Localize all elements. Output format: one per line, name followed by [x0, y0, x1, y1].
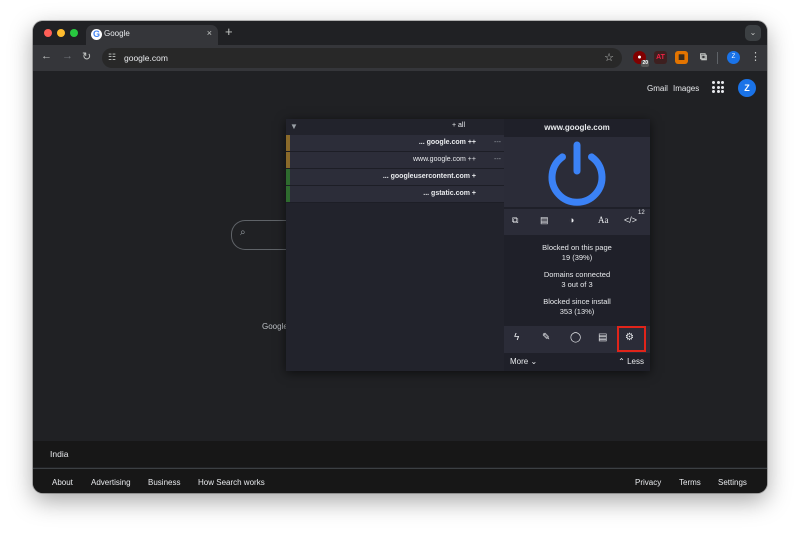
settings-highlight	[617, 326, 646, 352]
logger-icon[interactable]: ▤	[598, 332, 607, 343]
firewall-row[interactable]: www.google.com ++ ---	[286, 152, 504, 169]
domain-dash: ---	[494, 156, 501, 163]
blocked-page-label: Blocked on this page	[542, 243, 612, 252]
domains-connected-value: 3 out of 3	[561, 279, 593, 289]
firewall-row[interactable]: ... gstatic.com +	[286, 186, 504, 203]
close-window-button[interactable]	[44, 29, 52, 37]
apps-grid-icon[interactable]	[712, 81, 724, 93]
footer-country: India	[50, 449, 69, 459]
no-popups-icon[interactable]: ⧉	[512, 215, 518, 226]
gmail-link[interactable]: Gmail	[647, 84, 668, 93]
profile-avatar[interactable]: Z	[727, 51, 740, 64]
footer-country-bar: India	[33, 441, 767, 467]
minimize-window-button[interactable]	[57, 29, 65, 37]
lightning-icon[interactable]: ϟ	[514, 332, 519, 343]
more-button[interactable]: More ⌄	[510, 357, 537, 366]
bookmark-star-icon[interactable]: ☆	[604, 51, 614, 64]
firewall-row[interactable]: ... googleusercontent.com +	[286, 169, 504, 186]
toolbar-actions: ϟ ✎ ◯ ▤ ⚙	[504, 326, 650, 353]
footer-link-advertising[interactable]: Advertising	[91, 478, 131, 487]
power-switch-icon[interactable]	[504, 137, 650, 207]
more-label: More	[510, 357, 529, 366]
hostname-label: www.google.com	[544, 123, 610, 132]
footer-links: About Advertising Business How Search wo…	[33, 468, 767, 493]
tab-close-button[interactable]: ×	[207, 28, 212, 38]
report-chat-icon[interactable]: ◯	[570, 332, 581, 343]
search-icon: ⌕	[240, 227, 246, 238]
site-info-icon[interactable]: ☷	[108, 52, 116, 63]
page-content: Gmail Images Z ⌕ Google India About Adve…	[33, 71, 767, 493]
filter-icon[interactable]: ▼	[290, 122, 298, 131]
less-button[interactable]: ⌃ Less	[618, 357, 644, 366]
footer-link-how-search-works[interactable]: How Search works	[198, 478, 265, 487]
footer-link-settings[interactable]: Settings	[718, 478, 747, 487]
extension-icon[interactable]: ▦	[675, 51, 688, 64]
ublock-main-pane: www.google.com ⧉ ▤ ◑ Aa </> 12 Blocked o…	[504, 119, 650, 371]
tab-bar: G Google × + ⌄	[33, 21, 767, 45]
address-url[interactable]: google.com	[124, 53, 168, 63]
ublock-extension-icon[interactable]: ● 20	[633, 51, 649, 67]
search-box[interactable]: ⌕	[231, 220, 292, 250]
domain-label: ... googleusercontent.com +	[382, 173, 476, 180]
back-button[interactable]: ←	[41, 50, 52, 62]
no-scripting-icon[interactable]: </>	[624, 215, 637, 225]
less-label: Less	[627, 357, 644, 366]
extensions-puzzle-icon[interactable]: ⧉	[697, 51, 710, 64]
domain-label: www.google.com ++	[412, 156, 476, 163]
element-picker-icon[interactable]: ✎	[542, 332, 550, 343]
new-tab-button[interactable]: +	[225, 24, 233, 39]
tab-search-button[interactable]: ⌄	[745, 25, 761, 41]
no-media-icon[interactable]: ▤	[540, 215, 549, 226]
google-account-avatar[interactable]: Z	[738, 79, 756, 97]
google-search-button-label[interactable]: Google	[262, 322, 288, 331]
forward-button[interactable]: →	[62, 50, 73, 62]
per-site-switches: ⧉ ▤ ◑ Aa </> 12	[504, 209, 650, 235]
tab-title: Google	[104, 29, 130, 38]
toolbar-divider	[717, 52, 718, 64]
ublock-badge: 20	[641, 60, 649, 67]
domains-connected-label: Domains connected	[543, 270, 611, 279]
no-remote-fonts-icon[interactable]: Aa	[598, 215, 609, 225]
toolbar: ← → ↻ ☷ google.com ☆ ● 20 AT ▦ ⧉ Z ⋮	[33, 45, 767, 71]
reload-button[interactable]: ↻	[82, 50, 91, 63]
domain-status-bar	[286, 186, 290, 202]
address-bar[interactable]: ☷ google.com ☆	[102, 48, 622, 68]
power-area	[504, 137, 650, 207]
no-cosmetic-filter-icon[interactable]: ◑	[569, 215, 574, 225]
domain-label: ... google.com ++	[418, 139, 476, 146]
domain-status-bar	[286, 135, 290, 151]
firewall-row[interactable]: ... google.com ++ ---	[286, 135, 504, 152]
ublock-popup: ▼ + all ... google.com ++ --- www.google…	[286, 119, 650, 371]
images-link[interactable]: Images	[673, 84, 699, 93]
browser-window: G Google × + ⌄ ← → ↻ ☷ google.com ☆ ● 20 …	[33, 21, 767, 493]
tab-google[interactable]: G Google ×	[86, 25, 218, 45]
footer-link-about[interactable]: About	[52, 478, 73, 487]
blocked-page-value: 19 (39%)	[561, 252, 593, 262]
footer-link-privacy[interactable]: Privacy	[635, 478, 661, 487]
script-count: 12	[638, 210, 645, 216]
blocked-install-value: 353 (13%)	[559, 306, 595, 316]
footer-link-terms[interactable]: Terms	[679, 478, 701, 487]
domain-status-bar	[286, 152, 290, 168]
firewall-all-label[interactable]: + all	[452, 122, 465, 129]
blocked-install-label: Blocked since install	[543, 297, 611, 306]
firewall-pane: ▼ + all ... google.com ++ --- www.google…	[286, 119, 504, 371]
zoom-window-button[interactable]	[70, 29, 78, 37]
google-favicon-icon: G	[91, 29, 102, 40]
domain-label: ... gstatic.com +	[423, 190, 476, 197]
domain-dash: ---	[494, 139, 501, 146]
footer-link-business[interactable]: Business	[148, 478, 180, 487]
extension-icon[interactable]: AT	[654, 51, 667, 64]
browser-menu-icon[interactable]: ⋮	[750, 50, 761, 63]
domain-status-bar	[286, 169, 290, 185]
stats-block: Blocked on this page 19 (39%) Domains co…	[504, 243, 650, 316]
